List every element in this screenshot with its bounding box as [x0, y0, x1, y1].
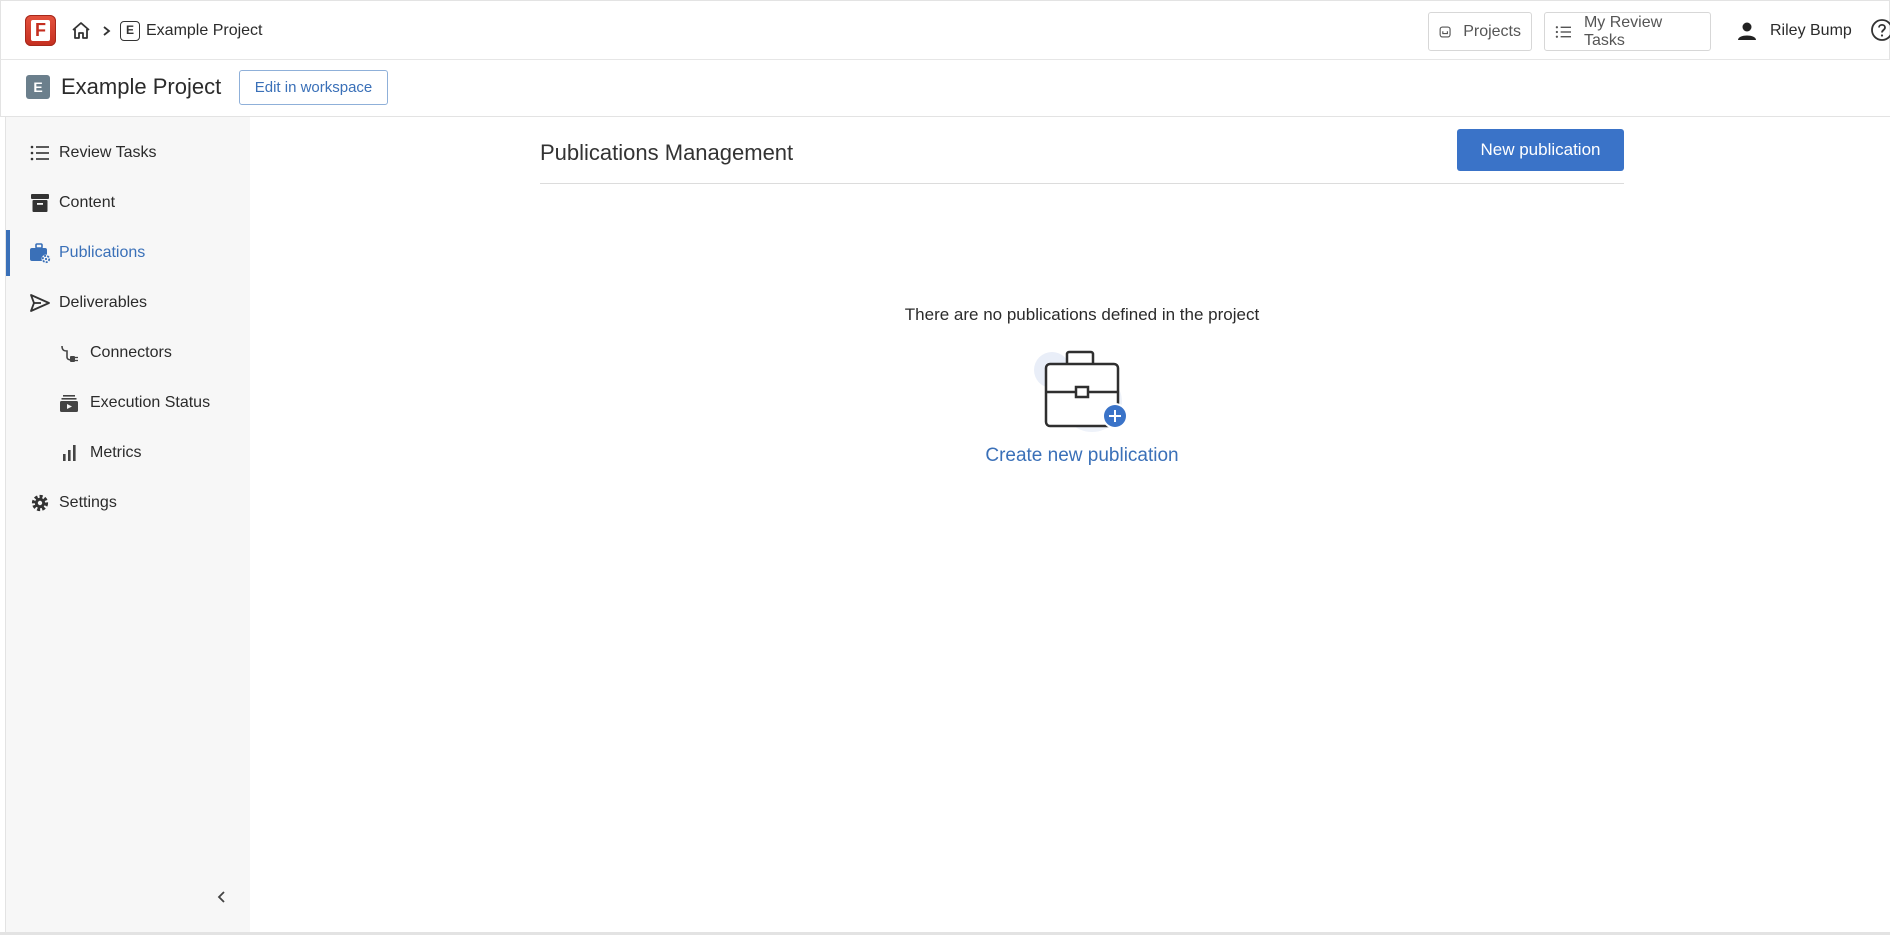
- projects-button-label: Projects: [1463, 22, 1521, 40]
- main-header: Publications Management New publication: [540, 128, 1624, 184]
- sidebar-item-label: Review Tasks: [59, 144, 157, 161]
- sidebar-item-label: Connectors: [90, 344, 172, 361]
- sidebar-item-label: Metrics: [90, 444, 142, 461]
- sidebar-item-label: Deliverables: [59, 294, 148, 311]
- sidebar-item-review-tasks[interactable]: Review Tasks: [6, 128, 251, 178]
- breadcrumb-project-badge: E: [120, 21, 140, 41]
- list-icon: [1555, 25, 1571, 38]
- user-name[interactable]: Riley Bump: [1770, 22, 1852, 40]
- briefcase-add-icon[interactable]: [1030, 348, 1136, 434]
- project-header: E Example Project Edit in workspace: [0, 60, 1890, 117]
- project-badge: E: [26, 75, 50, 99]
- sidebar-item-execution-status[interactable]: Execution Status: [6, 378, 251, 428]
- sidebar-item-connectors[interactable]: Connectors: [6, 328, 251, 378]
- sidebar-item-label: Publications: [59, 244, 146, 261]
- app-logo-letter: F: [31, 20, 50, 41]
- projects-button[interactable]: Projects: [1428, 12, 1532, 51]
- bar-chart-icon: [63, 445, 76, 461]
- create-new-publication-link[interactable]: Create new publication: [540, 445, 1624, 467]
- sidebar-item-settings[interactable]: Settings: [6, 478, 251, 528]
- sidebar-item-label: Settings: [59, 494, 117, 511]
- send-icon: [30, 294, 50, 312]
- project-title: Example Project: [61, 74, 222, 99]
- sidebar-item-metrics[interactable]: Metrics: [6, 428, 251, 478]
- page-title: Publications Management: [540, 140, 794, 165]
- plug-icon: [61, 345, 78, 362]
- list-icon: [30, 145, 49, 161]
- gear-icon: [31, 494, 49, 512]
- sidebar-item-label: Content: [59, 194, 116, 211]
- my-review-tasks-button[interactable]: My Review Tasks: [1544, 12, 1711, 51]
- empty-state-message: There are no publications defined in the…: [904, 305, 1260, 324]
- video-stack-icon: [60, 395, 78, 412]
- archive-icon: [31, 194, 49, 212]
- sidebar-item-deliverables[interactable]: Deliverables: [6, 278, 251, 328]
- app-logo[interactable]: F: [25, 15, 56, 46]
- edit-in-workspace-button[interactable]: Edit in workspace: [239, 70, 388, 105]
- breadcrumb-project[interactable]: Example Project: [146, 22, 263, 40]
- sidebar-item-content[interactable]: Content: [6, 178, 251, 228]
- briefcase-gear-icon: [30, 243, 51, 264]
- home-icon[interactable]: [71, 21, 91, 41]
- projects-icon: [1439, 25, 1451, 38]
- my-review-tasks-label: My Review Tasks: [1583, 13, 1663, 49]
- sidebar-item-label: Execution Status: [90, 394, 211, 411]
- sidebar: Review Tasks Content Publications Delive…: [5, 117, 250, 932]
- chevron-right-icon: [103, 26, 111, 36]
- help-icon[interactable]: [1870, 18, 1890, 42]
- new-publication-button[interactable]: New publication: [1457, 129, 1624, 171]
- top-bar: F E Example Project Projects My Review T…: [0, 0, 1890, 60]
- user-icon[interactable]: [1736, 20, 1758, 42]
- sidebar-item-publications[interactable]: Publications: [6, 228, 251, 278]
- collapse-sidebar-icon[interactable]: [214, 889, 230, 905]
